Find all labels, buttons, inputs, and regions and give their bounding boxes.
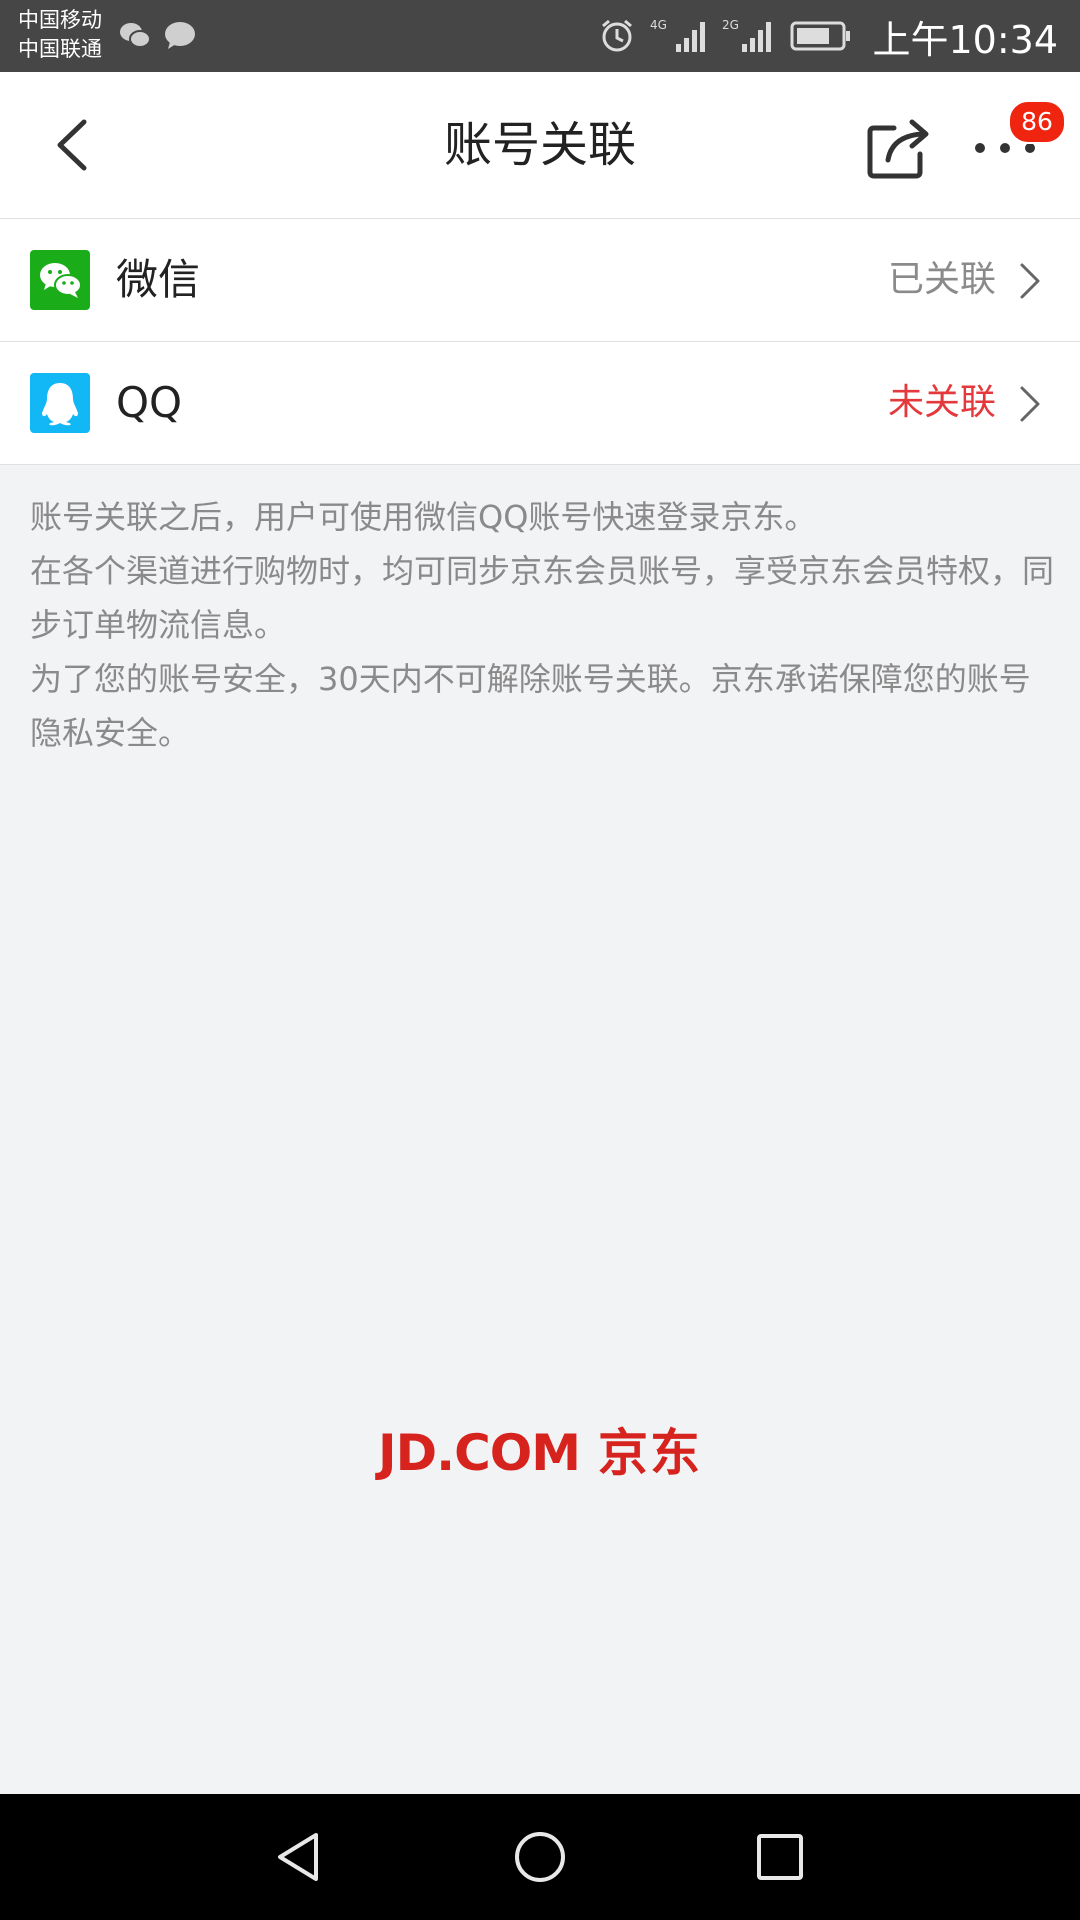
account-row-wechat[interactable]: 微信 已关联 — [0, 219, 1080, 342]
share-button[interactable] — [866, 114, 932, 180]
network-type-2: 2G — [722, 18, 739, 32]
chevron-right-icon — [1020, 263, 1040, 299]
logo-chinese: 京东 — [598, 1424, 703, 1482]
jd-logo: JD.COM 京东 — [0, 1413, 1080, 1485]
status-icons: 4G 2G 上午10:34 — [598, 0, 1058, 72]
account-name: 微信 — [116, 255, 201, 304]
nav-back-icon — [278, 1833, 318, 1881]
clock: 上午10:34 — [872, 17, 1058, 62]
carrier-1: 中国移动 — [18, 8, 102, 32]
carrier-info: 中国移动 中国联通 — [18, 6, 102, 64]
link-status: 未关联 — [887, 382, 996, 423]
wechat-icon — [30, 250, 90, 310]
carrier-2: 中国联通 — [18, 37, 102, 61]
nav-recents-button[interactable] — [750, 1827, 810, 1887]
signal-icon-2: 2G — [722, 18, 772, 52]
wechat-notification-icon — [120, 22, 195, 49]
battery-icon — [790, 21, 851, 51]
notification-badge: 86 — [1008, 100, 1066, 144]
system-nav-bar — [0, 1794, 1080, 1920]
alarm-icon — [602, 19, 633, 52]
back-button[interactable] — [44, 112, 104, 178]
signal-icon: 4G — [650, 18, 706, 52]
description-line: 账号关联之后，用户可使用微信QQ账号快速登录京东。 — [30, 498, 817, 536]
account-name: QQ — [116, 378, 183, 427]
network-type-1: 4G — [650, 18, 667, 32]
nav-recents-icon — [757, 1834, 803, 1880]
link-status: 已关联 — [887, 259, 996, 300]
description-line: 在各个渠道进行购物时，均可同步京东会员账号，享受京东会员特权，同步订单物流信息。 — [30, 552, 1055, 644]
share-icon — [867, 119, 929, 179]
description-text: 账号关联之后，用户可使用微信QQ账号快速登录京东。 在各个渠道进行购物时，均可同… — [30, 490, 1054, 760]
description-line: 为了您的账号安全，30天内不可解除账号关联。京东承诺保障您的账号隐私安全。 — [30, 660, 1031, 752]
qq-icon — [30, 373, 90, 433]
nav-home-icon — [515, 1832, 565, 1882]
chevron-right-icon — [1020, 386, 1040, 422]
nav-home-button[interactable] — [510, 1827, 570, 1887]
logo-latin: JD.COM — [377, 1424, 581, 1482]
account-row-qq[interactable]: QQ 未关联 — [0, 342, 1080, 465]
status-bar: 中国移动 中国联通 4G 2G 上午10:34 — [0, 0, 1080, 72]
notification-icons — [118, 18, 198, 58]
title-bar: 账号关联 — [0, 72, 1080, 219]
nav-back-button[interactable] — [270, 1827, 330, 1887]
chevron-left-icon — [57, 119, 87, 171]
